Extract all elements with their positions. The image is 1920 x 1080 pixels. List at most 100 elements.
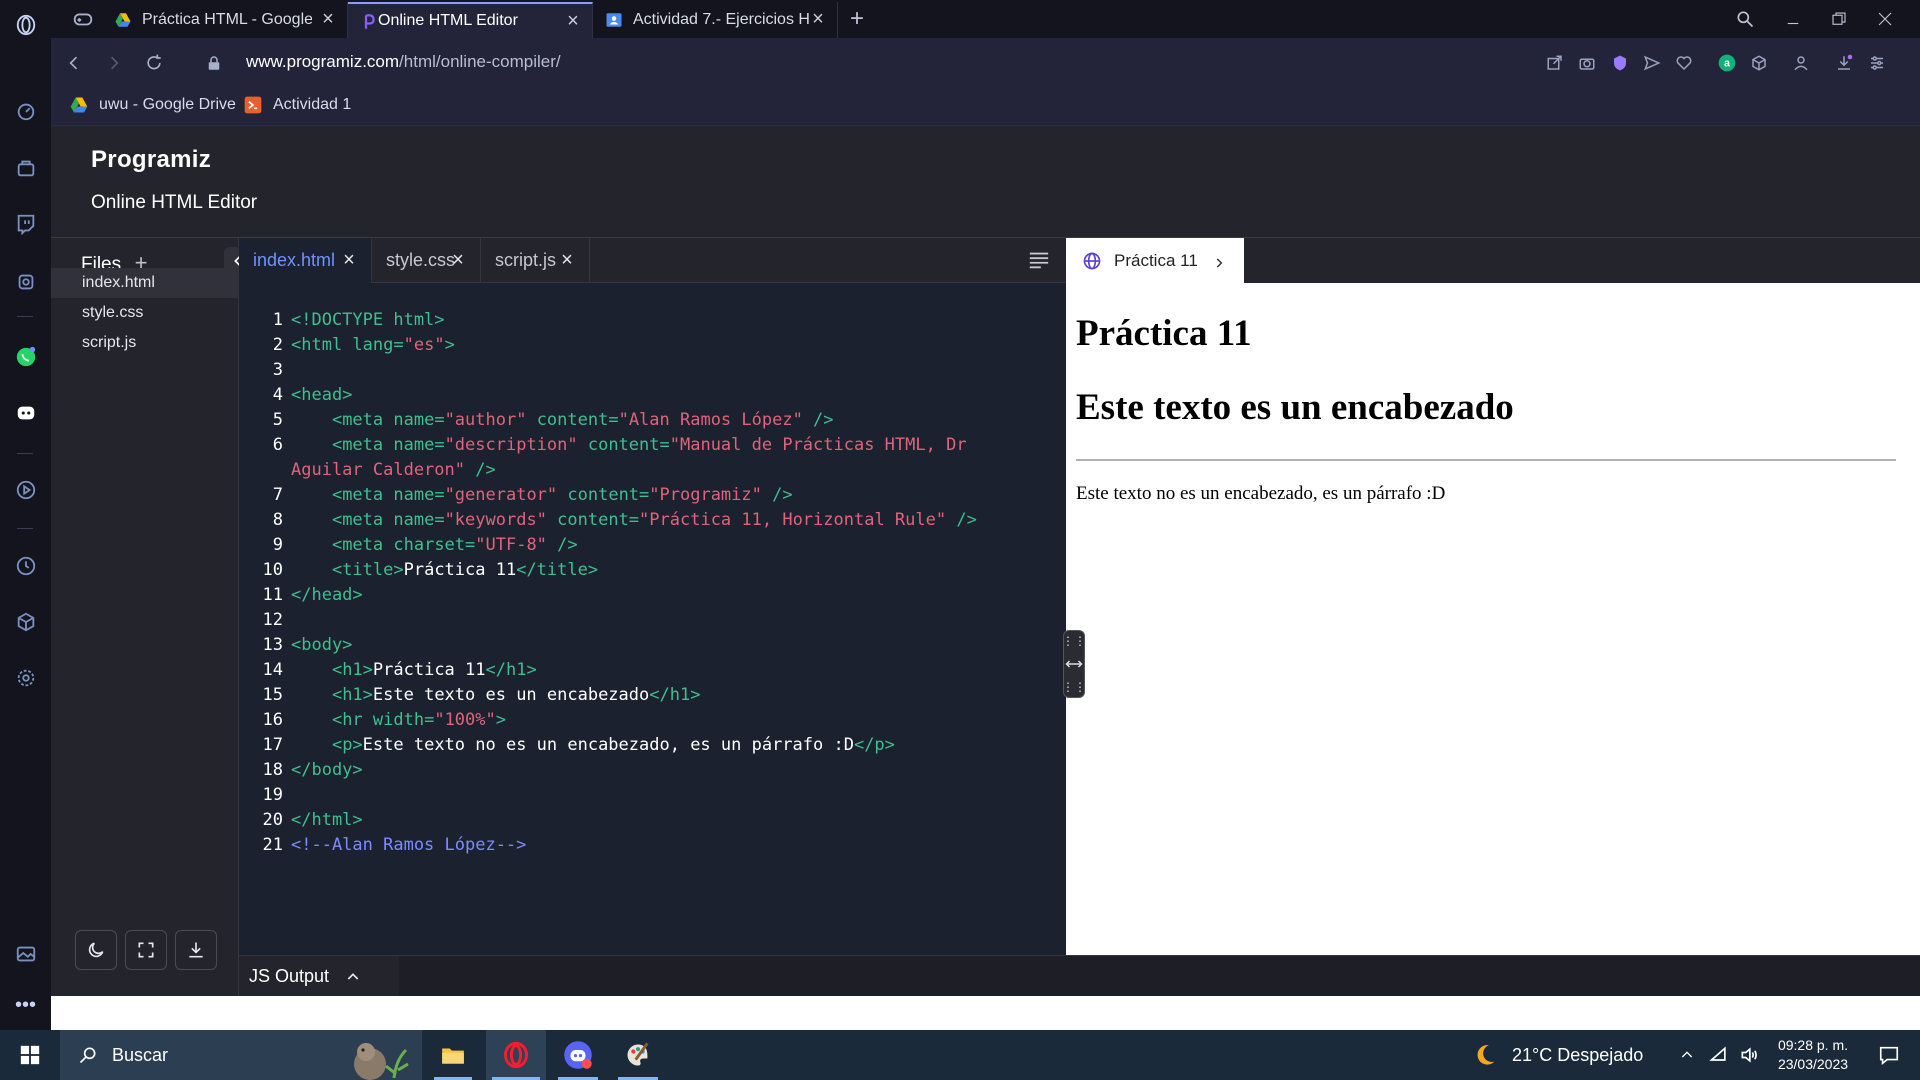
browser-tab-strip: Práctica HTML - Google Dr × Online HTML … — [51, 0, 1920, 38]
close-tab-icon[interactable]: × — [319, 9, 337, 29]
close-icon[interactable]: × — [557, 250, 577, 270]
paint-palette-icon — [627, 1042, 649, 1066]
reload-icon[interactable] — [141, 50, 167, 76]
close-window-icon[interactable] — [1871, 5, 1899, 33]
hidden-icons-chevron-icon[interactable] — [1672, 1030, 1702, 1080]
file-item-script[interactable]: script.js — [51, 328, 239, 358]
desktop-screen: ••• Práctica HTML - Google Dr × Online H… — [0, 0, 1920, 1080]
extensions-cube-icon[interactable] — [0, 605, 51, 639]
code-line: 18 </body> — [239, 758, 1066, 783]
game-controller-icon[interactable] — [57, 2, 108, 36]
close-icon[interactable]: × — [448, 250, 468, 270]
opera-menu-icon[interactable] — [0, 8, 51, 42]
dark-mode-toggle[interactable] — [75, 930, 117, 970]
code-token: </title> — [516, 560, 599, 580]
aria-ai-icon[interactable] — [0, 265, 51, 299]
whatsapp-icon[interactable] — [0, 340, 51, 374]
browser-tab-editor[interactable]: Online HTML Editor × — [348, 2, 593, 38]
snapshot-camera-icon[interactable] — [1575, 51, 1599, 75]
more-options-icon[interactable]: ••• — [0, 988, 51, 1022]
clock[interactable]: 09:28 p. m. 23/03/2023 — [1770, 1030, 1856, 1080]
url-field[interactable]: www.programiz.com/html/online-compiler/ — [246, 52, 561, 72]
weather-icon[interactable] — [1474, 1030, 1504, 1080]
file-item-index[interactable]: index.html — [51, 268, 239, 298]
taskbar-search[interactable]: Buscar — [60, 1030, 422, 1080]
vpn-shield-icon[interactable] — [1608, 51, 1632, 75]
twitch-icon[interactable] — [0, 207, 51, 241]
taskbar-opera[interactable] — [486, 1030, 546, 1080]
code-area[interactable]: 1 <!DOCTYPE html> 2 <html lang="es"> 3 4 <h… — [239, 308, 1066, 858]
heart-icon[interactable] — [1672, 51, 1696, 75]
taskbar-file-explorer[interactable] — [428, 1030, 478, 1080]
fullscreen-button[interactable] — [125, 930, 167, 970]
tab-index-html[interactable]: index.html × — [239, 238, 372, 283]
new-tab-button[interactable]: + — [843, 5, 871, 33]
browser-tab-drive[interactable]: Práctica HTML - Google Dr × — [102, 2, 348, 38]
share-icon[interactable] — [1543, 51, 1567, 75]
wallpaper-icon[interactable] — [0, 937, 51, 971]
weather-text[interactable]: 21°C Despejado — [1512, 1030, 1652, 1080]
close-icon[interactable]: × — [339, 250, 359, 270]
code-line: 3 — [239, 358, 1066, 383]
speed-dial-icon[interactable] — [0, 94, 51, 128]
line-number: 6 — [272, 435, 283, 455]
browser-tab-classroom[interactable]: Actividad 7.- Ejercicios HTM × — [593, 2, 838, 38]
back-icon[interactable] — [61, 50, 87, 76]
close-tab-icon[interactable]: × — [809, 9, 827, 29]
code-line: 11 </head> — [239, 583, 1066, 608]
easy-setup-icon[interactable] — [1865, 51, 1889, 75]
extensions-box-icon[interactable] — [1747, 51, 1771, 75]
format-code-icon[interactable] — [1028, 250, 1050, 270]
restore-icon[interactable] — [1825, 5, 1853, 33]
code-token: content= — [557, 485, 650, 505]
code-line: 2 <html lang="es"> — [239, 333, 1066, 358]
action-center-icon[interactable] — [1864, 1030, 1914, 1080]
forward-icon[interactable] — [101, 50, 127, 76]
send-icon[interactable] — [1640, 51, 1664, 75]
network-wifi-icon[interactable] — [1704, 1030, 1734, 1080]
taskbar-discord[interactable] — [552, 1030, 604, 1080]
volume-icon[interactable] — [1734, 1030, 1764, 1080]
bookmark-actividad[interactable]: Actividad 1 — [243, 95, 351, 115]
chevron-right-icon[interactable] — [1212, 256, 1226, 270]
code-token: <meta — [331, 535, 394, 555]
minimize-icon[interactable] — [1779, 5, 1807, 33]
history-icon[interactable] — [0, 549, 51, 583]
bookmark-drive[interactable]: uwu - Google Drive — [69, 95, 236, 115]
download-button[interactable] — [175, 930, 217, 970]
code-token: "Alan Ramos López" — [618, 410, 803, 430]
code-token: content= — [546, 510, 640, 530]
settings-gear-icon[interactable] — [0, 661, 51, 695]
code-token: <meta — [331, 435, 394, 455]
tab-title: Práctica HTML - Google Dr — [142, 11, 312, 28]
code-token: "author" — [444, 410, 527, 430]
preview-tab[interactable]: Práctica 11 — [1066, 238, 1244, 283]
account-a-icon[interactable]: a — [1715, 51, 1739, 75]
code-token: </h1> — [649, 685, 701, 705]
tab-script-js[interactable]: script.js × — [481, 238, 590, 283]
shopping-icon[interactable] — [0, 151, 51, 185]
search-tabs-icon[interactable] — [1731, 5, 1759, 33]
player-icon[interactable] — [0, 473, 51, 507]
profile-icon[interactable] — [1789, 51, 1813, 75]
preview-heading-2: Este texto es un encabezado — [1076, 387, 1514, 428]
discord-icon — [564, 1041, 592, 1069]
programiz-logo[interactable]: Programiz — [91, 146, 211, 174]
start-button[interactable] — [0, 1030, 60, 1080]
js-output-tab[interactable]: JS Output — [239, 956, 399, 997]
file-item-style[interactable]: style.css — [51, 298, 239, 328]
tab-style-css[interactable]: style.css × — [372, 238, 481, 283]
panel-resize-handle[interactable]: ⋮⋮ ⋮⋮ — [1062, 630, 1086, 698]
discord-icon[interactable] — [0, 396, 51, 430]
close-tab-icon[interactable]: × — [564, 11, 582, 31]
line-number: 3 — [272, 360, 283, 380]
code-token: name= — [393, 410, 445, 430]
taskbar-paint[interactable] — [612, 1030, 664, 1080]
lock-icon[interactable] — [201, 50, 227, 76]
code-token: lang= — [352, 335, 404, 355]
code-token: </html> — [291, 810, 363, 830]
downloads-icon[interactable] — [1832, 51, 1856, 75]
